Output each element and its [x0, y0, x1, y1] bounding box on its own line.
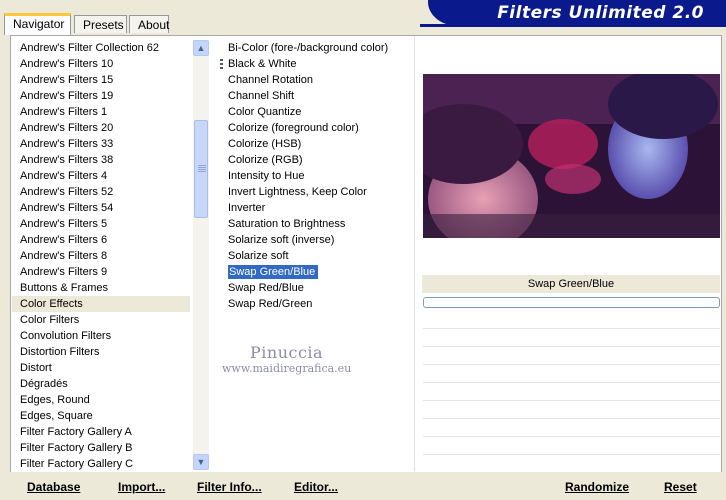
filter-item[interactable]: Inverter: [219, 200, 414, 216]
progress-bar: [423, 297, 720, 308]
category-list[interactable]: Andrew's Filter Collection 62 Andrew's Fi…: [12, 40, 190, 470]
category-item[interactable]: Andrew's Filters 9: [12, 264, 190, 280]
banner-stripe: [420, 24, 726, 27]
category-item[interactable]: Distort: [12, 360, 190, 376]
filter-list[interactable]: Bi-Color (fore-/background color) Black &…: [219, 40, 414, 470]
import-button[interactable]: Import...: [118, 480, 165, 494]
filter-item-label: Swap Green/Blue: [228, 265, 319, 279]
filter-item-label: Solarize soft: [228, 250, 289, 262]
filter-item[interactable]: Channel Rotation: [219, 72, 414, 88]
randomize-button[interactable]: Randomize: [565, 480, 629, 494]
category-item[interactable]: Buttons & Frames: [12, 280, 190, 296]
filter-item-label: Solarize soft (inverse): [228, 234, 335, 246]
category-item[interactable]: Andrew's Filters 19: [12, 88, 190, 104]
filter-item-label: Black & White: [228, 58, 297, 70]
category-item[interactable]: Convolution Filters: [12, 328, 190, 344]
filter-item-label: Bi-Color (fore-/background color): [228, 42, 389, 54]
filter-item-label: Colorize (HSB): [228, 138, 302, 150]
filter-item[interactable]: Solarize soft (inverse): [219, 232, 414, 248]
preview-artwork: [423, 74, 720, 238]
filter-info-button[interactable]: Filter Info...: [197, 480, 262, 494]
filter-item[interactable]: Color Quantize: [219, 104, 414, 120]
filter-item-label: Swap Red/Green: [228, 298, 313, 310]
filter-item-label: Invert Lightness, Keep Color: [228, 186, 367, 198]
category-item[interactable]: Distortion Filters: [12, 344, 190, 360]
current-filter-label: Swap Green/Blue: [422, 275, 720, 293]
filter-item[interactable]: Swap Red/Green: [219, 296, 414, 312]
category-scrollbar[interactable]: ▲ ▼: [193, 40, 209, 470]
chevron-up-icon[interactable]: ▲: [193, 40, 209, 56]
category-item[interactable]: Andrew's Filters 52: [12, 184, 190, 200]
category-item[interactable]: Andrew's Filters 38: [12, 152, 190, 168]
parameter-area: [423, 310, 720, 471]
filter-item[interactable]: Intensity to Hue: [219, 168, 414, 184]
category-item[interactable]: Filter Factory Gallery B: [12, 440, 190, 456]
category-item[interactable]: Andrew's Filters 4: [12, 168, 190, 184]
filter-item-label: Colorize (RGB): [228, 154, 303, 166]
category-item[interactable]: Andrew's Filter Collection 62: [12, 40, 190, 56]
watermark-site: www.maidiregrafica.eu: [222, 362, 352, 375]
category-item[interactable]: Dégradés: [12, 376, 190, 392]
filter-item-label: Saturation to Brightness: [228, 218, 346, 230]
category-item[interactable]: Filter Factory Gallery C: [12, 456, 190, 470]
category-item[interactable]: Andrew's Filters 33: [12, 136, 190, 152]
category-item[interactable]: Andrew's Filters 10: [12, 56, 190, 72]
tab-navigator[interactable]: Navigator: [4, 13, 71, 35]
filter-item-label: Intensity to Hue: [228, 170, 305, 182]
filter-item[interactable]: Colorize (foreground color): [219, 120, 414, 136]
filter-item-label: Inverter: [228, 202, 266, 214]
filter-item[interactable]: Swap Red/Blue: [219, 280, 414, 296]
category-item[interactable]: Color Effects: [12, 296, 190, 312]
category-item[interactable]: Andrew's Filters 5: [12, 216, 190, 232]
tab-presets[interactable]: Presets: [74, 15, 127, 33]
category-item[interactable]: Filter Factory Gallery A: [12, 424, 190, 440]
banner-title: Filters Unlimited 2.0: [497, 3, 704, 23]
category-item[interactable]: Andrew's Filters 20: [12, 120, 190, 136]
category-item[interactable]: Andrew's Filters 1: [12, 104, 190, 120]
filter-item[interactable]: Colorize (RGB): [219, 152, 414, 168]
filter-item-label: Swap Red/Blue: [228, 282, 304, 294]
chevron-down-icon[interactable]: ▼: [193, 454, 209, 470]
filter-item-label: Channel Rotation: [228, 74, 314, 86]
filter-item-label: Color Quantize: [228, 106, 302, 118]
filter-item[interactable]: Saturation to Brightness: [219, 216, 414, 232]
category-item[interactable]: Andrew's Filters 54: [12, 200, 190, 216]
filter-item[interactable]: Bi-Color (fore-/background color): [219, 40, 414, 56]
grip-icon: [220, 59, 223, 70]
filter-item[interactable]: Channel Shift: [219, 88, 414, 104]
filter-item-label: Colorize (foreground color): [228, 122, 359, 134]
category-item[interactable]: Edges, Round: [12, 392, 190, 408]
filter-item[interactable]: Colorize (HSB): [219, 136, 414, 152]
editor-button[interactable]: Editor...: [294, 480, 338, 494]
filter-item-label: Channel Shift: [228, 90, 295, 102]
category-item[interactable]: Color Filters: [12, 312, 190, 328]
watermark-name: Pinuccia: [250, 343, 324, 362]
preview-image: [423, 74, 720, 238]
bottom-toolbar: Database Import... Filter Info... Editor…: [0, 472, 726, 500]
category-item[interactable]: Andrew's Filters 8: [12, 248, 190, 264]
tab-about[interactable]: About: [129, 15, 169, 33]
divider: [414, 36, 423, 471]
filter-item[interactable]: Swap Green/Blue: [219, 264, 414, 280]
filter-item[interactable]: Invert Lightness, Keep Color: [219, 184, 414, 200]
scrollbar-thumb[interactable]: [194, 120, 208, 218]
database-button[interactable]: Database: [27, 480, 80, 494]
category-item[interactable]: Andrew's Filters 6: [12, 232, 190, 248]
filter-item[interactable]: Solarize soft: [219, 248, 414, 264]
title-banner: Filters Unlimited 2.0: [428, 0, 726, 26]
reset-button[interactable]: Reset: [664, 480, 697, 494]
category-item[interactable]: Edges, Square: [12, 408, 190, 424]
filter-item[interactable]: Black & White: [219, 56, 414, 72]
category-item[interactable]: Andrew's Filters 15: [12, 72, 190, 88]
